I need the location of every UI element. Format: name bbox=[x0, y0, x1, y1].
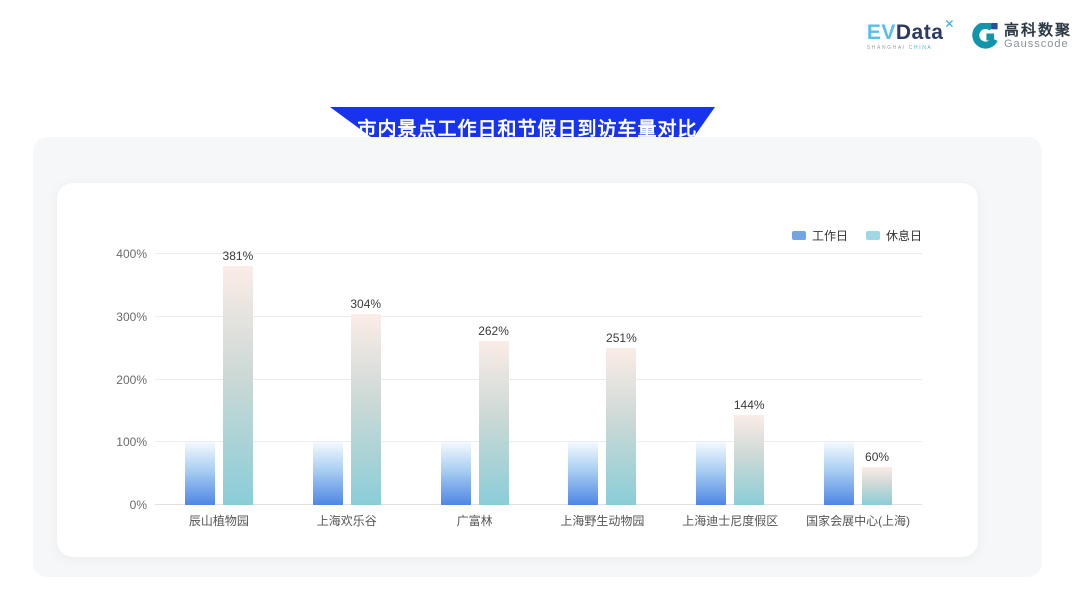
legend-swatch-icon bbox=[866, 231, 880, 240]
bar-value-label: 304% bbox=[350, 297, 381, 311]
evdata-logo-data: Data bbox=[896, 22, 944, 43]
page: EVData✕ SHANGHAI CHINA 高科数聚 Gausscode 市 bbox=[0, 0, 1080, 608]
gausscode-g-icon bbox=[971, 23, 999, 51]
legend-item-休息日[interactable]: 休息日 bbox=[866, 227, 922, 244]
plot-area: 0%100%200%300%400%381%辰山植物园304%上海欢乐谷262%… bbox=[155, 254, 922, 505]
bar-工作日 bbox=[441, 442, 471, 505]
bar-休息日: 251% bbox=[606, 348, 636, 506]
bar-group: 262%广富林 bbox=[411, 254, 539, 505]
evdata-tagline-left: SHANGHAI bbox=[867, 45, 906, 51]
bar-工作日 bbox=[185, 442, 215, 505]
bar-value-label: 144% bbox=[734, 398, 765, 412]
y-tick-label: 0% bbox=[130, 498, 147, 512]
legend-item-工作日[interactable]: 工作日 bbox=[792, 227, 848, 244]
x-category-label: 上海野生动物园 bbox=[539, 512, 667, 529]
legend-swatch-icon bbox=[792, 231, 806, 240]
bar-工作日 bbox=[696, 442, 726, 505]
x-category-label: 上海迪士尼度假区 bbox=[666, 512, 794, 529]
gausscode-cn: 高科数聚 bbox=[1004, 23, 1072, 39]
gausscode-logo: 高科数聚 Gausscode bbox=[971, 23, 1072, 51]
chart-panel: 工作日休息日 0%100%200%300%400%381%辰山植物园304%上海… bbox=[33, 137, 1042, 577]
bar-休息日: 144% bbox=[734, 415, 764, 505]
x-category-label: 广富林 bbox=[411, 512, 539, 529]
bar-group: 60%国家会展中心(上海) bbox=[794, 254, 922, 505]
bar-工作日 bbox=[824, 442, 854, 505]
bar-value-label: 381% bbox=[223, 249, 254, 263]
y-tick-label: 300% bbox=[116, 310, 147, 324]
evdata-logo: EVData✕ SHANGHAI CHINA bbox=[867, 22, 955, 51]
legend-label: 工作日 bbox=[812, 227, 848, 244]
bar-休息日: 262% bbox=[479, 341, 509, 505]
x-category-label: 国家会展中心(上海) bbox=[794, 512, 922, 529]
legend-label: 休息日 bbox=[886, 227, 922, 244]
gausscode-en: Gausscode bbox=[1004, 39, 1072, 51]
bar-休息日: 60% bbox=[862, 467, 892, 505]
chart-card: 工作日休息日 0%100%200%300%400%381%辰山植物园304%上海… bbox=[57, 183, 978, 557]
bar-工作日 bbox=[568, 442, 598, 505]
bar-group: 144%上海迪士尼度假区 bbox=[666, 254, 794, 505]
y-tick-label: 100% bbox=[116, 435, 147, 449]
x-category-label: 上海欢乐谷 bbox=[283, 512, 411, 529]
bar-group: 381%辰山植物园 bbox=[155, 254, 283, 505]
bar-group: 251%上海野生动物园 bbox=[539, 254, 667, 505]
logo-area: EVData✕ SHANGHAI CHINA 高科数聚 Gausscode bbox=[867, 22, 1072, 51]
bar-group: 304%上海欢乐谷 bbox=[283, 254, 411, 505]
x-category-label: 辰山植物园 bbox=[155, 512, 283, 529]
bar-value-label: 262% bbox=[478, 324, 509, 338]
y-tick-label: 400% bbox=[116, 247, 147, 261]
bar-休息日: 381% bbox=[223, 266, 253, 505]
bar-value-label: 60% bbox=[865, 450, 889, 464]
y-tick-label: 200% bbox=[116, 373, 147, 387]
legend: 工作日 休息日 bbox=[792, 227, 922, 244]
evdata-logo-ev: EV bbox=[867, 22, 896, 43]
bar-工作日 bbox=[313, 442, 343, 505]
bar-休息日: 304% bbox=[351, 314, 381, 505]
bar-value-label: 251% bbox=[606, 331, 637, 345]
evdata-x-icon: ✕ bbox=[944, 18, 955, 30]
evdata-tagline-right: CHINA bbox=[909, 45, 933, 51]
